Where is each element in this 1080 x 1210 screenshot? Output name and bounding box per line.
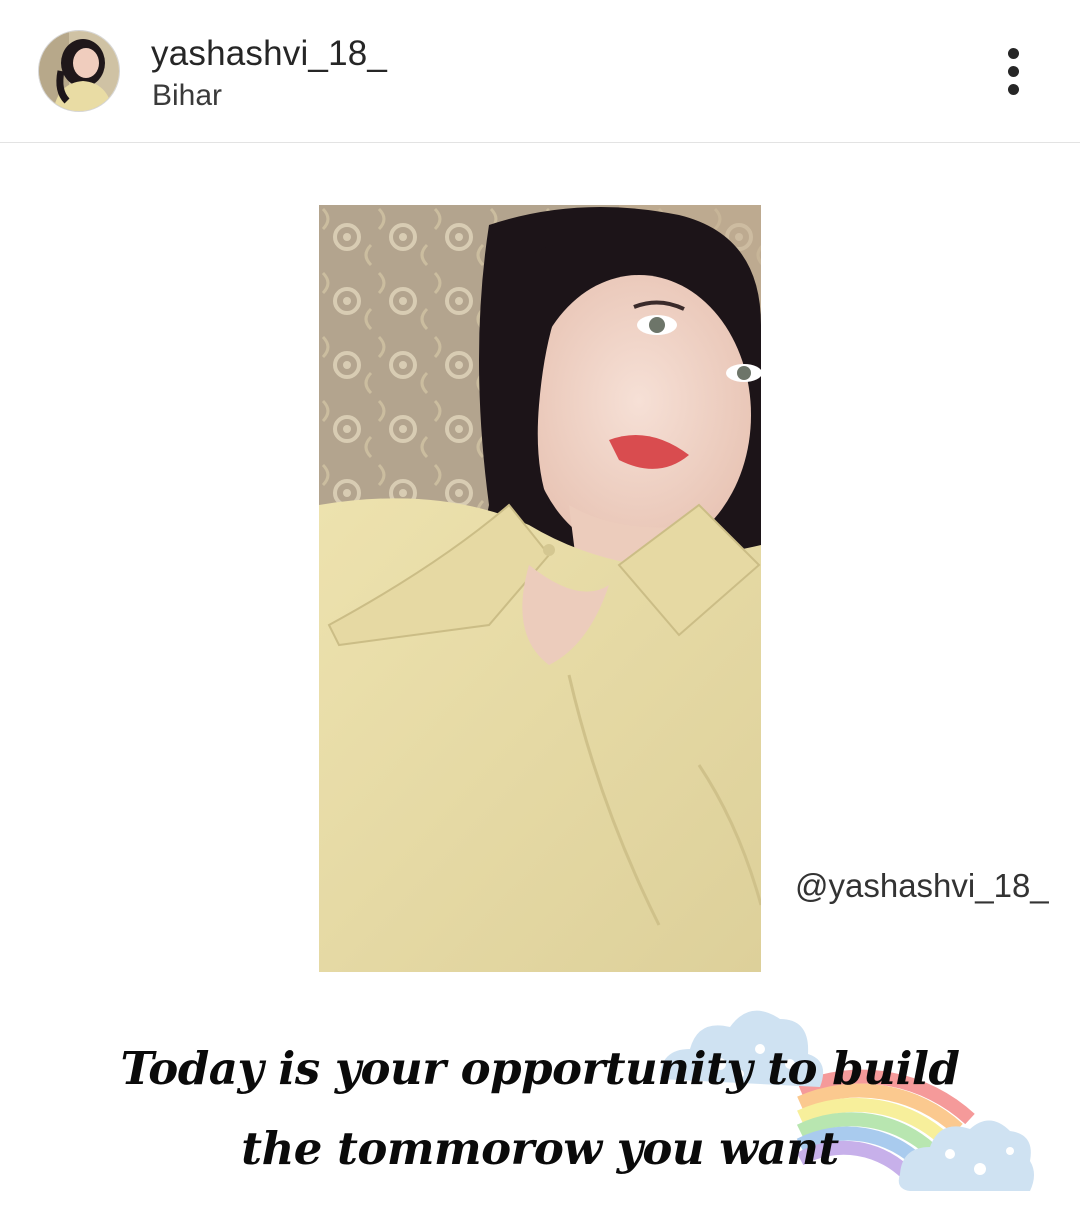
menu-dot (1008, 66, 1019, 77)
more-vertical-icon (1008, 48, 1019, 59)
quote-line-2: the tommorow you want (241, 1122, 839, 1175)
watermark-handle: @yashashvi_18_ (795, 867, 1049, 904)
post-header: yashashvi_18_ Bihar (0, 0, 1080, 143)
location-label[interactable]: Bihar (152, 79, 222, 113)
quote-text: Today is your opportunity to build the t… (0, 1029, 1080, 1189)
portrait-photo (319, 205, 761, 972)
quote-line-1: Today is your opportunity to build (120, 1042, 960, 1095)
menu-dot (1008, 84, 1019, 95)
avatar[interactable] (38, 30, 120, 112)
more-options-button[interactable] (996, 46, 1032, 96)
post-image[interactable]: @yashashvi_18_ Today is your opportunity… (0, 143, 1080, 1210)
avatar-icon (39, 31, 119, 111)
username[interactable]: yashashvi_18_ (151, 34, 387, 74)
portrait-illustration (319, 205, 761, 972)
